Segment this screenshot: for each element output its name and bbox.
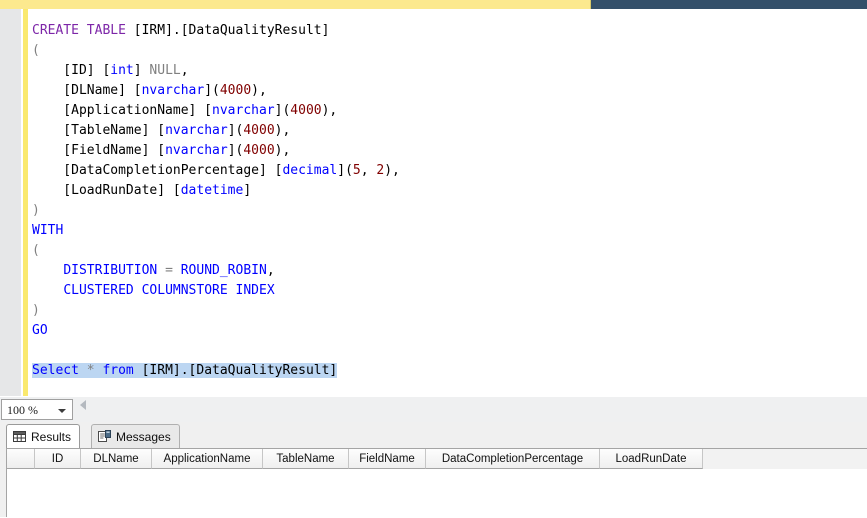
document-tab-strip — [0, 0, 867, 9]
results-grid-body[interactable] — [7, 469, 867, 518]
tab-messages[interactable]: Messages — [91, 424, 180, 448]
code-line: WITH — [32, 223, 64, 238]
code-line: GO — [32, 323, 48, 338]
code-line: [DLName] [nvarchar](4000), — [32, 83, 267, 98]
code-line: CLUSTERED COLUMNSTORE INDEX — [63, 283, 275, 298]
code-line: [ApplicationName] [nvarchar](4000), — [32, 103, 338, 118]
code-line: ) — [32, 203, 40, 218]
grid-column-header-datacompletionpercentage[interactable]: DataCompletionPercentage — [426, 449, 600, 469]
grid-column-header-applicationname[interactable]: ApplicationName — [152, 449, 263, 469]
grid-icon — [13, 431, 26, 442]
code-line: [TableName] [nvarchar](4000), — [32, 123, 291, 138]
grid-column-header-corner[interactable] — [7, 449, 35, 469]
ssms-window: CREATE TABLE [IRM].[DataQualityResult]( … — [0, 0, 867, 518]
zoom-level-combobox[interactable]: 100 % — [1, 399, 73, 420]
editor-indicator-margin[interactable] — [0, 9, 21, 396]
tab-messages-label: Messages — [116, 429, 171, 444]
editor-horizontal-scrollbar[interactable] — [76, 397, 867, 423]
tab-results-label: Results — [31, 429, 72, 444]
code-line: [FieldName] [nvarchar](4000), — [32, 143, 291, 158]
scroll-left-arrow-icon[interactable] — [80, 400, 86, 410]
code-line: ( — [32, 243, 40, 258]
grid-column-header-tablename[interactable]: TableName — [263, 449, 349, 469]
grid-column-header-loadrundate[interactable]: LoadRunDate — [600, 449, 703, 469]
zoom-level-value: 100 % — [7, 403, 38, 417]
editor-change-bar — [23, 9, 28, 396]
code-line: [LoadRunDate] [datetime] — [32, 183, 252, 198]
results-grid[interactable]: ID DLName ApplicationName TableName Fiel… — [6, 448, 867, 518]
sql-code-text[interactable]: CREATE TABLE [IRM].[DataQualityResult]( … — [32, 21, 867, 396]
document-tab-other[interactable] — [591, 0, 867, 9]
message-icon — [98, 430, 111, 443]
results-pane: Results Messages ID DLName ApplicationNa… — [0, 422, 867, 518]
code-line: [ID] [int] NULL, — [32, 63, 189, 78]
code-line: CREATE TABLE [IRM].[DataQualityResult] — [32, 23, 330, 38]
code-line-selected: Select * from [IRM].[DataQualityResult] — [32, 363, 338, 378]
results-tab-row: Results Messages — [0, 422, 867, 448]
chevron-down-icon[interactable] — [58, 409, 66, 413]
tab-results[interactable]: Results — [6, 424, 81, 448]
code-line: [DataCompletionPercentage] [decimal](5, … — [32, 163, 400, 178]
editor-status-bar: 100 % — [0, 396, 867, 423]
code-line: ) — [32, 303, 40, 318]
results-grid-header: ID DLName ApplicationName TableName Fiel… — [7, 449, 867, 469]
grid-column-header-dlname[interactable]: DLName — [81, 449, 152, 469]
sql-code-editor[interactable]: CREATE TABLE [IRM].[DataQualityResult]( … — [0, 9, 867, 396]
grid-column-header-fieldname[interactable]: FieldName — [349, 449, 426, 469]
grid-column-header-id[interactable]: ID — [35, 449, 81, 469]
code-line: ( — [32, 43, 40, 58]
document-tab-active[interactable] — [0, 0, 591, 9]
code-line: DISTRIBUTION = ROUND_ROBIN, — [63, 263, 275, 278]
